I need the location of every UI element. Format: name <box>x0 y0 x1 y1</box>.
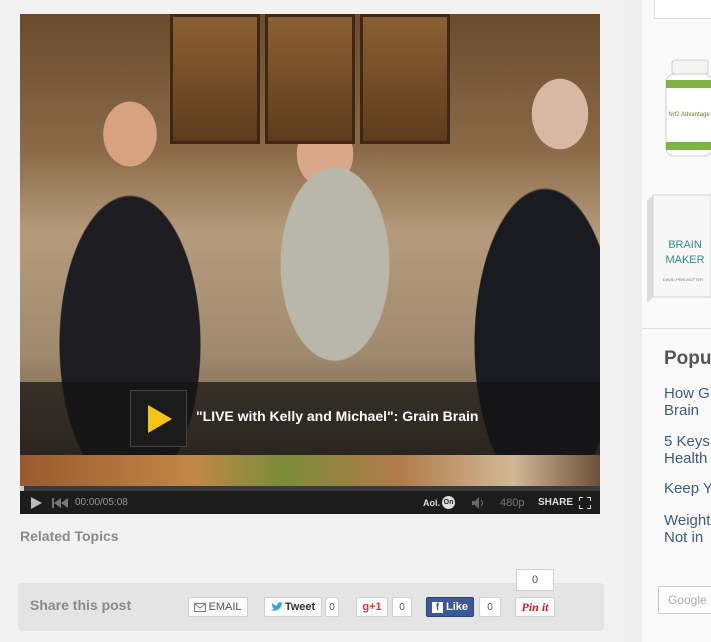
popular-link[interactable]: How G Brain <box>664 385 710 419</box>
sidebar-divider <box>642 328 711 329</box>
google-search-input[interactable]: Google <box>658 586 711 614</box>
book-title-1: BRAIN <box>668 239 702 251</box>
related-topics-heading: Related Topics <box>20 528 119 544</box>
google-plus-icon: g <box>362 601 370 613</box>
google-plus-button[interactable]: g +1 <box>356 597 388 617</box>
volume-icon <box>472 496 484 509</box>
supplement-bottle-ad[interactable]: Nrf2 Advantage <box>664 58 711 158</box>
popular-link-text: Not in <box>664 529 704 546</box>
popular-link[interactable]: Weight Not in <box>664 512 710 546</box>
bottle-image: Nrf2 Advantage <box>665 59 711 157</box>
video-controls: 00:00/05:08 Aol. On 480p SHARE <box>20 491 600 514</box>
play-icon <box>31 496 42 509</box>
book-ad[interactable]: BRAIN MAKER DAVID PERLMUTTER <box>647 193 711 303</box>
popular-link-text: How G <box>664 385 710 402</box>
skip-back-icon <box>52 497 68 508</box>
play-icon <box>147 404 172 433</box>
fullscreen-button[interactable] <box>579 491 591 514</box>
sidebar: Nrf2 Advantage BRAIN MAKER DAVID PERLMUT… <box>624 0 711 642</box>
email-share-button[interactable]: EMAIL <box>188 597 248 617</box>
skip-back-button[interactable] <box>52 491 68 514</box>
popular-link-text: Weight <box>664 512 711 529</box>
pin-it-button[interactable]: Pin it <box>515 597 555 617</box>
facebook-like-button[interactable]: f Like <box>426 597 474 617</box>
play-control-button[interactable] <box>30 491 42 514</box>
like-count: 0 <box>479 597 501 617</box>
share-bar: Share this post EMAIL Tweet 0 g +1 0 f L… <box>18 569 604 631</box>
brand-text: Aol. <box>423 497 440 508</box>
sidebar-top-box <box>654 0 711 19</box>
facebook-icon: f <box>431 601 443 613</box>
tweet-button[interactable]: Tweet <box>264 597 322 617</box>
popular-link-text: Keep Y <box>664 480 711 497</box>
cabinet-door <box>170 14 260 144</box>
tweet-count: 0 <box>325 597 339 617</box>
video-title: "LIVE with Kelly and Michael": Grain Bra… <box>196 408 479 424</box>
on-badge: On <box>442 496 455 509</box>
time-display: 00:00/05:08 <box>75 497 128 508</box>
popular-link-text: Brain <box>664 402 700 419</box>
cabinet-door <box>360 14 450 144</box>
book-author: DAVID PERLMUTTER <box>663 277 703 282</box>
main-content: "LIVE with Kelly and Michael": Grain Bra… <box>0 0 620 642</box>
google-plus-label: +1 <box>369 601 382 613</box>
pin-count: 0 <box>516 569 554 591</box>
share-label: Share this post <box>30 597 132 613</box>
cabinet-door <box>265 14 355 144</box>
video-player[interactable]: "LIVE with Kelly and Michael": Grain Bra… <box>20 14 600 514</box>
like-label: Like <box>445 601 468 613</box>
volume-button[interactable] <box>472 491 486 514</box>
fullscreen-icon <box>579 496 591 509</box>
quality-button[interactable]: 480p <box>500 491 524 514</box>
google-plus-count: 0 <box>392 597 412 617</box>
aol-logo: Aol. On <box>423 491 455 514</box>
bottle-label: Nrf2 Advantage <box>668 112 710 118</box>
popular-heading: Popu <box>664 348 711 369</box>
popular-link-text: 5 Keys <box>664 433 710 450</box>
email-label: EMAIL <box>208 601 242 613</box>
popular-link[interactable]: Keep Y <box>664 480 711 497</box>
book-cover-image: BRAIN MAKER DAVID PERLMUTTER <box>647 194 711 303</box>
play-button[interactable] <box>130 390 187 447</box>
twitter-bird-icon <box>270 602 283 611</box>
popular-link[interactable]: 5 Keys Health <box>664 433 710 467</box>
popular-link-text: Health <box>664 450 708 467</box>
envelope-icon <box>194 602 207 612</box>
tweet-label: Tweet <box>284 601 316 613</box>
book-title-2: MAKER <box>665 254 704 266</box>
share-video-button[interactable]: SHARE <box>538 491 573 514</box>
